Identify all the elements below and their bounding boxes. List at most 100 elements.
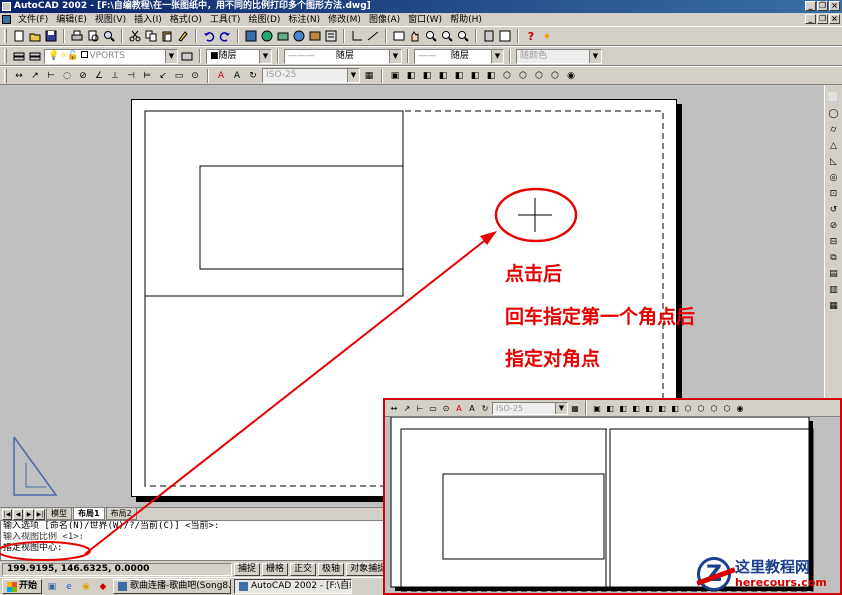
dimension-text-edit-icon[interactable]: A xyxy=(230,69,244,83)
menu-window[interactable]: 窗口(W) xyxy=(404,14,446,26)
quicklaunch-media-icon[interactable]: ◉ xyxy=(79,580,93,594)
cone-icon[interactable]: △ xyxy=(827,139,841,152)
torus-icon[interactable]: ◎ xyxy=(827,171,841,184)
chevron-down-icon[interactable]: ▼ xyxy=(347,69,359,82)
internet-icon[interactable] xyxy=(260,29,274,43)
help-icon[interactable]: ? xyxy=(524,29,538,43)
right-view-icon[interactable]: ◧ xyxy=(452,69,466,83)
dimension-edit-icon[interactable]: A xyxy=(214,69,228,83)
dimension-style-dropdown[interactable]: ISO-25 ▼ xyxy=(262,68,360,83)
doc-close-button[interactable]: × xyxy=(829,14,840,24)
spark-icon[interactable]: ✦ xyxy=(540,29,554,43)
zoom-previous-icon[interactable] xyxy=(456,29,470,43)
cylinder-icon[interactable]: ⌭ xyxy=(827,123,841,136)
grid-toggle[interactable]: 栅格 xyxy=(262,563,289,576)
setup-drawing-icon[interactable]: ▤ xyxy=(827,267,841,280)
menu-image[interactable]: 图像(A) xyxy=(365,14,404,26)
extrude-icon[interactable]: ⊡ xyxy=(827,187,841,200)
layer-manager-icon[interactable] xyxy=(12,49,26,63)
sphere-icon[interactable]: ◯ xyxy=(827,107,841,120)
named-views-icon[interactable]: ▣ xyxy=(388,69,402,83)
plot-style-dropdown[interactable]: 随颜色 ▼ xyxy=(516,48,602,64)
tab-layout2[interactable]: 布局2 xyxy=(105,508,137,520)
chevron-down-icon[interactable]: ▼ xyxy=(259,49,271,63)
named-views-icon[interactable] xyxy=(392,29,406,43)
close-button[interactable]: × xyxy=(829,1,840,11)
wedge-icon[interactable]: ◺ xyxy=(827,155,841,168)
dimension-update-icon[interactable]: ↻ xyxy=(246,69,260,83)
start-button[interactable]: 开始 xyxy=(2,579,43,594)
menu-format[interactable]: 格式(O) xyxy=(166,14,206,26)
radius-dimension-icon[interactable]: ◌ xyxy=(60,69,74,83)
chevron-down-icon[interactable]: ▼ xyxy=(491,49,503,63)
markup-icon[interactable] xyxy=(498,29,512,43)
zoom-realtime-icon[interactable] xyxy=(424,29,438,43)
menu-modify[interactable]: 修改(M) xyxy=(324,14,365,26)
tab-layout1[interactable]: 布局1 xyxy=(73,508,105,520)
print-icon[interactable] xyxy=(70,29,84,43)
dimension-style-icon[interactable]: ▦ xyxy=(362,69,376,83)
toolbar-grip[interactable] xyxy=(4,68,7,83)
chevron-down-icon[interactable]: ▼ xyxy=(589,49,601,63)
doc-restore-button[interactable]: ❐ xyxy=(817,14,828,24)
taskbar-item-browser[interactable]: 歌曲连播-歌曲吧(Song8… xyxy=(113,579,232,594)
bottom-view-icon[interactable]: ◧ xyxy=(420,69,434,83)
paste-icon[interactable] xyxy=(160,29,174,43)
angular-dimension-icon[interactable]: ∠ xyxy=(92,69,106,83)
lineweight-dropdown[interactable]: —— 随层 ▼ xyxy=(414,48,504,64)
menu-file[interactable]: 文件(F) xyxy=(14,14,52,26)
toolbar-grip[interactable] xyxy=(4,49,7,63)
redo-icon[interactable] xyxy=(218,29,232,43)
ortho-toggle[interactable]: 正交 xyxy=(290,563,317,576)
match-properties-icon[interactable] xyxy=(176,29,190,43)
next-tab-icon[interactable]: ▶ xyxy=(24,508,34,520)
color-dropdown[interactable]: ■随层 ▼ xyxy=(206,48,272,64)
taskbar-item-autocad[interactable]: AutoCAD 2002 - [F:\自编… xyxy=(234,579,353,594)
chevron-down-icon[interactable]: ▼ xyxy=(165,49,177,63)
restore-button[interactable]: ❐ xyxy=(817,1,828,11)
menu-dimension[interactable]: 标注(N) xyxy=(284,14,324,26)
properties-icon[interactable] xyxy=(324,29,338,43)
zoom-window-icon[interactable] xyxy=(440,29,454,43)
se-isometric-icon[interactable]: ⬡ xyxy=(516,69,530,83)
quicklaunch-browser-icon[interactable]: e xyxy=(62,580,76,594)
revolve-icon[interactable]: ↺ xyxy=(827,203,841,216)
baseline-dimension-icon[interactable]: ⊣ xyxy=(124,69,138,83)
left-view-icon[interactable]: ◧ xyxy=(436,69,450,83)
minimize-button[interactable]: _ xyxy=(805,1,816,11)
toolbar-grip[interactable] xyxy=(4,29,7,43)
design-center-icon[interactable] xyxy=(244,29,258,43)
menu-draw[interactable]: 绘图(D) xyxy=(244,14,284,26)
publish-icon[interactable] xyxy=(276,29,290,43)
quick-dimension-icon[interactable]: ⟂ xyxy=(108,69,122,83)
make-current-layer-icon[interactable] xyxy=(180,49,194,63)
polar-toggle[interactable]: 极轴 xyxy=(318,563,345,576)
snap-toggle[interactable]: 捕捉 xyxy=(234,563,261,576)
print-preview-icon[interactable] xyxy=(86,29,100,43)
layer-previous-icon[interactable] xyxy=(28,49,42,63)
tool-palette-icon[interactable] xyxy=(308,29,322,43)
copy-icon[interactable] xyxy=(144,29,158,43)
quicklaunch-app-icon[interactable]: ◆ xyxy=(96,580,110,594)
last-tab-icon[interactable]: ▶| xyxy=(35,508,45,520)
center-mark-icon[interactable]: ⊙ xyxy=(188,69,202,83)
save-icon[interactable] xyxy=(44,29,58,43)
back-view-icon[interactable]: ◧ xyxy=(484,69,498,83)
menu-insert[interactable]: 插入(I) xyxy=(130,14,166,26)
setup-profile-icon[interactable]: ▦ xyxy=(827,299,841,312)
tab-model[interactable]: 模型 xyxy=(46,508,72,520)
first-tab-icon[interactable]: |◀ xyxy=(2,508,12,520)
undo-icon[interactable] xyxy=(202,29,216,43)
calculator-icon[interactable] xyxy=(482,29,496,43)
doc-minimize-button[interactable]: _ xyxy=(805,14,816,24)
ucs-icon[interactable] xyxy=(350,29,364,43)
cut-icon[interactable] xyxy=(128,29,142,43)
find-icon[interactable] xyxy=(102,29,116,43)
pan-icon[interactable] xyxy=(408,29,422,43)
continue-dimension-icon[interactable]: ⊨ xyxy=(140,69,154,83)
slice-icon[interactable]: ⊘ xyxy=(827,219,841,232)
leader-icon[interactable]: ↙ xyxy=(156,69,170,83)
box-icon[interactable]: ⬜ xyxy=(827,91,841,104)
interfere-icon[interactable]: ⧉ xyxy=(827,251,841,264)
ne-isometric-icon[interactable]: ⬡ xyxy=(532,69,546,83)
